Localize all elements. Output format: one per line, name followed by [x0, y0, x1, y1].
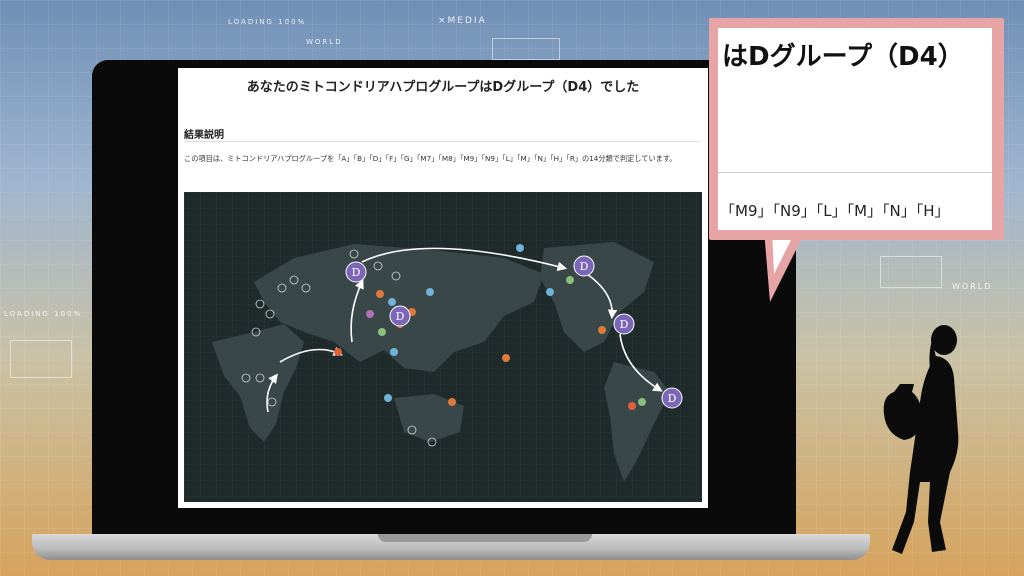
svg-text:D: D [668, 392, 677, 405]
deco-world-text: WORLD [306, 38, 343, 46]
page-title: あなたのミトコンドリアハプログループはDグループ（D4）でした [246, 80, 640, 95]
d-marker: D [573, 255, 595, 277]
svg-text:D: D [580, 260, 589, 273]
svg-text:D: D [352, 266, 361, 279]
d-marker: D [613, 313, 635, 335]
deco-world-text-2: WORLD [952, 282, 993, 291]
haplogroup-migration-map: D D D D D [184, 192, 702, 502]
callout-divider [718, 172, 992, 173]
woman-silhouette-icon [883, 325, 959, 554]
deco-box [492, 38, 560, 60]
world-map-svg: D D D D D [184, 192, 702, 502]
svg-text:D: D [620, 318, 629, 331]
deco-loading-text-2: LOADING 100% [4, 310, 83, 318]
callout-group-list: 「M9」「N9」「L」「M」「N」「H」 [720, 202, 950, 220]
section-heading: 結果説明 [184, 130, 224, 141]
callout-title: はDグループ（D4） [722, 42, 964, 72]
svg-text:D: D [396, 310, 405, 323]
deco-media-text: ×MEDIA [438, 16, 487, 26]
deco-loading-text: LOADING 100% [228, 18, 307, 26]
web-page: あなたのミトコンドリアハプログループはDグループ（D4）でした 結果説明 この項… [178, 68, 708, 508]
d-marker: D [389, 305, 411, 327]
section-divider [184, 141, 700, 142]
callout-tail [764, 230, 806, 302]
result-description: この項目は、ミトコンドリアハプログループを「A」「B」「D」「F」「G」「M7」… [184, 154, 677, 163]
d-marker: D [661, 387, 683, 409]
deco-box [880, 256, 942, 288]
zoom-callout: はDグループ（D4） 「M9」「N9」「L」「M」「N」「H」 [718, 28, 992, 230]
laptop-notch [378, 534, 592, 542]
d-marker: D [345, 261, 367, 283]
deco-box [10, 340, 72, 378]
